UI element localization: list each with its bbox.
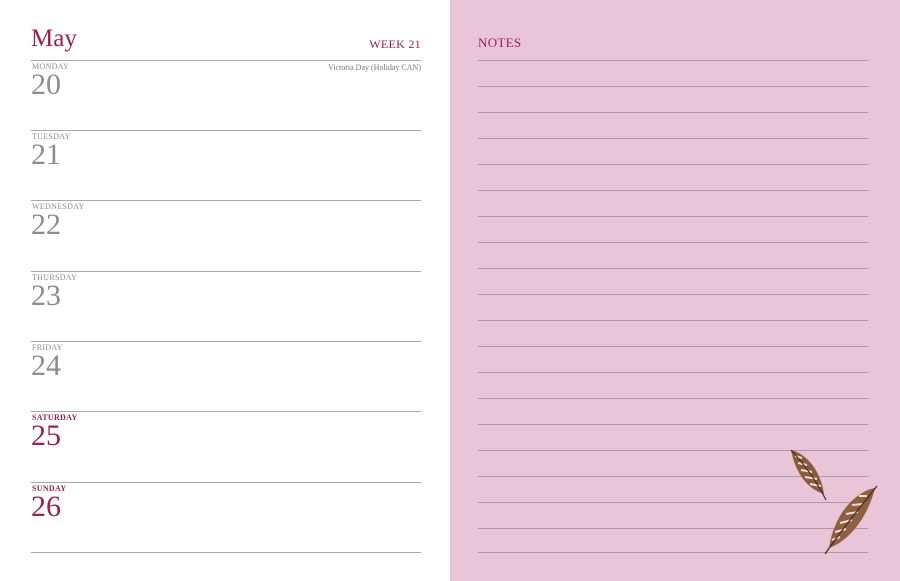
day-entry-tuesday[interactable]: TUESDAY 21: [31, 130, 421, 200]
note-line: [478, 502, 868, 503]
note-line: [478, 398, 868, 399]
note-line: [478, 112, 868, 113]
note-line: [478, 372, 868, 373]
day-entry-thursday[interactable]: THURSDAY 23: [31, 271, 421, 341]
notes-title: NOTES: [478, 35, 522, 50]
holiday-note: Victoria Day (Holiday CAN): [327, 63, 421, 72]
day-entry-monday[interactable]: MONDAY 20 Victoria Day (Holiday CAN): [31, 60, 421, 130]
note-line: [478, 86, 868, 87]
divider: [31, 341, 421, 342]
note-line: [478, 552, 868, 553]
month-title: May: [31, 25, 77, 52]
divider: [31, 200, 421, 201]
divider: [31, 411, 421, 412]
day-entry-saturday[interactable]: SATURDAY 25: [31, 411, 421, 481]
notes-page[interactable]: NOTES: [450, 0, 900, 581]
note-line: [478, 138, 868, 139]
divider: [31, 130, 421, 131]
day-number: 25: [31, 419, 61, 452]
day-number: 26: [31, 490, 61, 523]
divider: [31, 60, 421, 61]
note-line: [478, 190, 868, 191]
note-line: [478, 294, 868, 295]
day-number: 20: [31, 68, 61, 101]
note-line: [478, 528, 868, 529]
day-number: 23: [31, 279, 61, 312]
day-entry-wednesday[interactable]: WEDNESDAY 22: [31, 200, 421, 270]
note-line: [478, 242, 868, 243]
note-line: [478, 320, 868, 321]
note-line: [478, 268, 868, 269]
day-number: 24: [31, 349, 61, 382]
divider: [31, 482, 421, 483]
planner-left-page: May WEEK 21 MONDAY 20 Victoria Day (Holi…: [0, 0, 450, 581]
day-number: 22: [31, 208, 61, 241]
note-line: [478, 60, 868, 61]
note-line: [478, 164, 868, 165]
bottom-divider: [31, 552, 421, 553]
feather-icon: [824, 485, 878, 555]
day-entry-sunday[interactable]: SUNDAY 26: [31, 482, 421, 552]
note-line: [478, 216, 868, 217]
divider: [31, 271, 421, 272]
note-line: [478, 424, 868, 425]
day-entry-friday[interactable]: FRIDAY 24: [31, 341, 421, 411]
note-line: [478, 346, 868, 347]
day-number: 21: [31, 138, 61, 171]
week-label: WEEK 21: [369, 37, 421, 51]
